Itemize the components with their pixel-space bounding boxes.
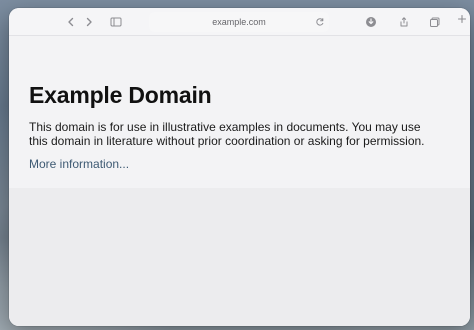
chevron-left-icon[interactable] [63, 14, 79, 30]
address-text: example.com [212, 17, 266, 27]
more-information-link[interactable]: More information... [29, 157, 129, 171]
web-content: Example Domain This domain is for use in… [9, 36, 470, 326]
page-title: Example Domain [29, 82, 212, 108]
address-bar[interactable]: example.com [149, 12, 329, 32]
page-description: This domain is for use in illustrative e… [29, 120, 425, 148]
tabs-icon[interactable] [427, 14, 443, 30]
browser-toolbar: example.com [9, 8, 470, 36]
sidebar-icon[interactable] [108, 14, 124, 30]
browser-window: example.com Example Domain This domain i… [9, 8, 470, 326]
page-lower-area [9, 188, 470, 326]
reload-icon[interactable] [312, 14, 328, 30]
share-icon[interactable] [396, 14, 412, 30]
chevron-right-icon[interactable] [81, 14, 97, 30]
plus-icon[interactable] [454, 11, 470, 27]
download-icon[interactable] [363, 14, 379, 30]
